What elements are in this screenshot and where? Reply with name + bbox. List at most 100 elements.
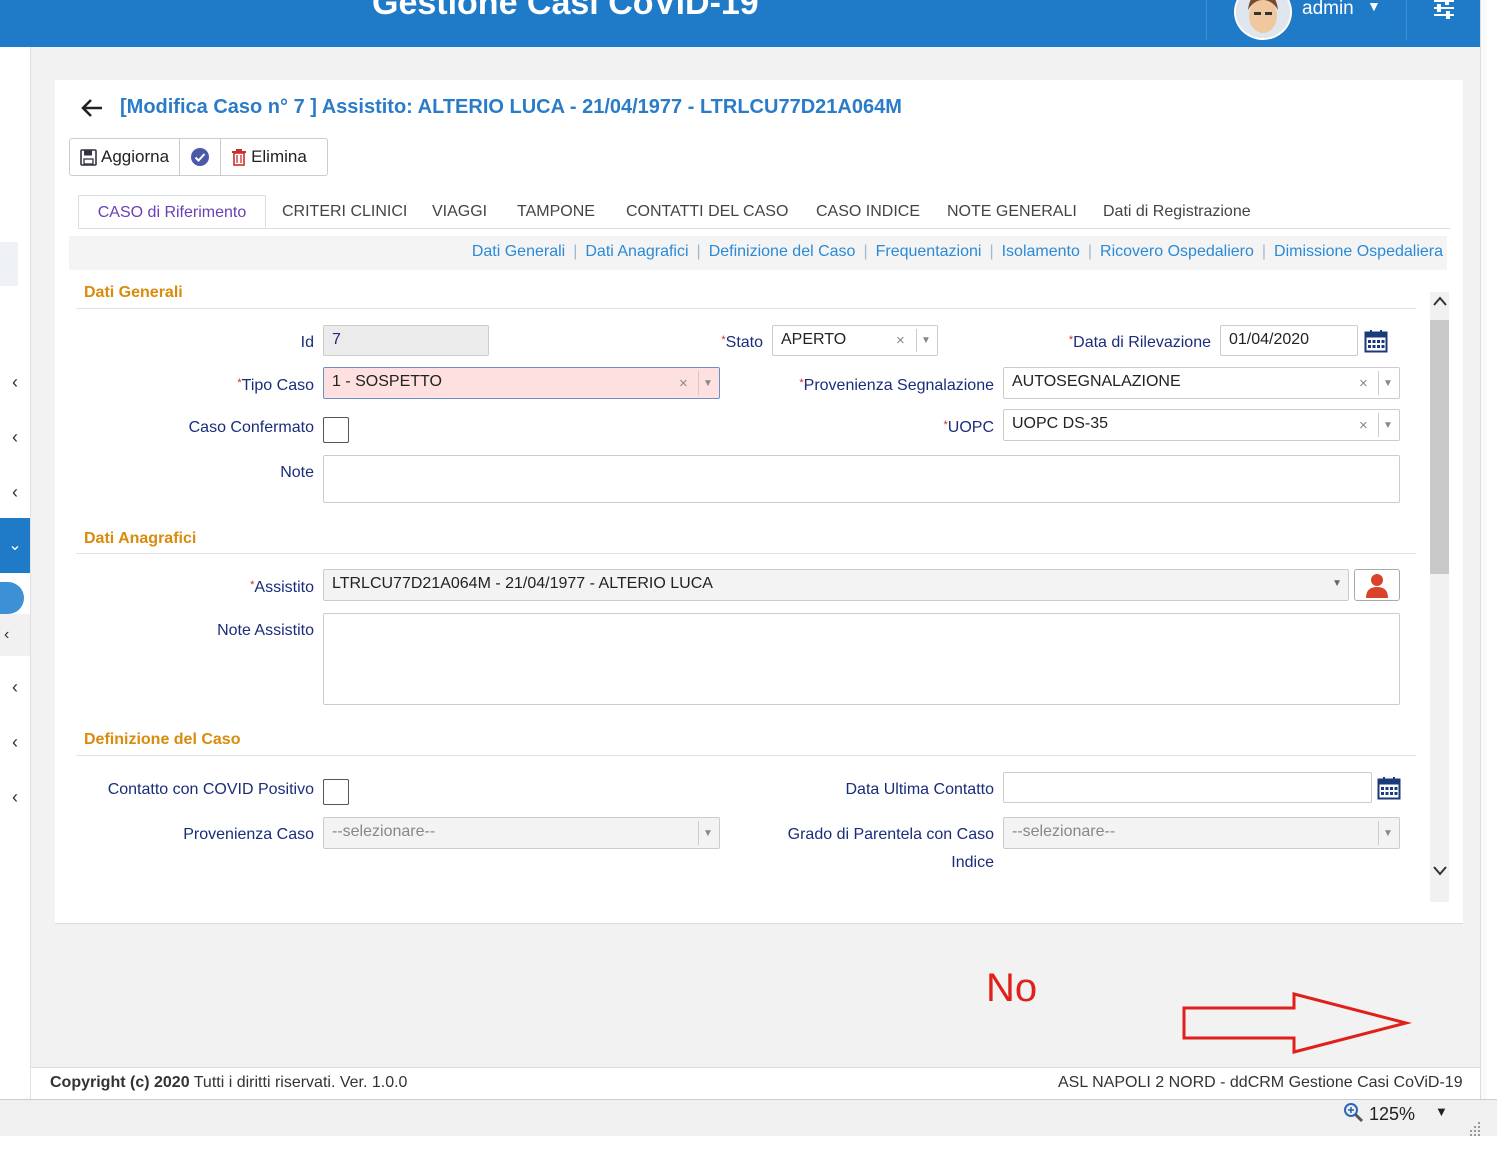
id-label: Id xyxy=(300,334,314,351)
clear-icon[interactable]: × xyxy=(1359,417,1368,434)
dropdown-arrow-icon[interactable]: ▼ xyxy=(698,371,717,395)
user-name[interactable]: admin xyxy=(1302,0,1354,20)
scrollbar-thumb[interactable] xyxy=(1430,320,1449,574)
delete-label: Elimina xyxy=(251,147,307,166)
clear-icon[interactable]: × xyxy=(679,375,688,392)
resize-grip-icon[interactable] xyxy=(1468,1120,1482,1136)
tab-criteri-clinici[interactable]: CRITERI CLINICI xyxy=(282,195,407,228)
annotation-text: No xyxy=(986,966,1038,1010)
tab-tampone[interactable]: TAMPONE xyxy=(517,195,595,228)
note-assistito-label: Note Assistito xyxy=(217,622,314,639)
subnav-dati-anagrafici[interactable]: Dati Anagrafici xyxy=(585,243,688,260)
chevron-left-icon[interactable]: ‹ xyxy=(6,732,24,753)
zoom-icon[interactable] xyxy=(1343,1102,1365,1129)
stato-label: *Stato xyxy=(721,334,763,351)
chevron-left-icon[interactable]: ‹ xyxy=(6,677,24,698)
window-edge xyxy=(1480,0,1487,1100)
update-button[interactable]: Aggiorna xyxy=(70,139,181,175)
user-menu-caret-icon[interactable]: ▼ xyxy=(1367,0,1381,14)
subnav-dati-generali[interactable]: Dati Generali xyxy=(472,243,565,260)
zoom-level[interactable]: 125% xyxy=(1369,1104,1415,1125)
id-field: 7 xyxy=(323,325,489,356)
assistito-select[interactable]: LTRLCU77D21A064M - 21/04/1977 - ALTERIO … xyxy=(323,569,1349,601)
tab-viaggi[interactable]: VIAGGI xyxy=(432,195,487,228)
check-circle-icon xyxy=(191,148,210,166)
window-bottom xyxy=(0,1136,1497,1150)
caso-confermato-checkbox[interactable] xyxy=(323,417,349,443)
update-label: Aggiorna xyxy=(101,147,170,166)
tab-dati-registrazione[interactable]: Dati di Registrazione xyxy=(1103,195,1251,228)
clear-icon[interactable]: × xyxy=(1359,375,1368,392)
subnav-frequentazioni[interactable]: Frequentazioni xyxy=(876,243,982,260)
tab-note-generali[interactable]: NOTE GENERALI xyxy=(947,195,1077,228)
assistito-label: *Assistito xyxy=(250,579,314,596)
dropdown-arrow-icon[interactable]: ▼ xyxy=(1378,413,1397,437)
sidebar-item[interactable]: ‹ xyxy=(0,614,30,656)
delete-button[interactable]: Elimina xyxy=(221,139,317,175)
section-divider xyxy=(76,755,1416,756)
chevron-down-icon: ⌄ xyxy=(8,537,22,554)
tab-bar: CASO di Riferimento CRITERI CLINICI VIAG… xyxy=(78,195,1450,229)
subnav-separator: | xyxy=(1261,243,1267,260)
chevron-left-icon[interactable]: ‹ xyxy=(6,482,24,503)
sidebar-item[interactable] xyxy=(0,242,18,286)
caso-confermato-label: Caso Confermato xyxy=(188,419,314,436)
scroll-up-icon[interactable] xyxy=(1430,294,1449,312)
tipo-caso-select[interactable]: 1 - SOSPETTO × ▼ xyxy=(323,367,720,399)
provenienza-caso-label: Provenienza Caso xyxy=(183,826,314,843)
stato-select[interactable]: APERTO × ▼ xyxy=(772,325,938,356)
dropdown-arrow-icon[interactable]: ▼ xyxy=(916,329,935,352)
chevron-left-icon[interactable]: ‹ xyxy=(6,787,24,808)
tipo-caso-label: *Tipo Caso xyxy=(237,377,314,394)
sidebar xyxy=(0,47,31,1100)
tab-caso-indice[interactable]: CASO INDICE xyxy=(816,195,920,228)
dropdown-arrow-icon[interactable]: ▼ xyxy=(1332,578,1342,589)
footer-app-name: ASL NAPOLI 2 NORD - ddCRM Gestione Casi … xyxy=(1058,1074,1463,1091)
settings-sliders-icon[interactable] xyxy=(1432,0,1456,22)
subnav-definizione-caso[interactable]: Definizione del Caso xyxy=(709,243,856,260)
note-textarea[interactable] xyxy=(323,455,1400,503)
calendar-icon[interactable] xyxy=(1364,329,1388,358)
back-arrow-icon[interactable] xyxy=(80,96,104,127)
tab-contatti-caso[interactable]: CONTATTI DEL CASO xyxy=(626,195,788,228)
app-title: Gestione Casi CoViD-19 xyxy=(372,0,759,22)
sidebar-item-active[interactable]: ⌄ xyxy=(0,518,30,573)
tab-caso-riferimento[interactable]: CASO di Riferimento xyxy=(78,195,266,228)
chevron-left-icon[interactable]: ‹ xyxy=(6,372,24,393)
subnav-separator: | xyxy=(863,243,868,260)
subnav-isolamento[interactable]: Isolamento xyxy=(1002,243,1080,260)
dropdown-arrow-icon[interactable]: ▼ xyxy=(1378,821,1397,845)
dropdown-arrow-icon[interactable]: ▼ xyxy=(1378,371,1397,395)
chevron-left-icon[interactable]: ‹ xyxy=(6,427,24,448)
data-ultimo-contatto-label: Data Ultima Contatto xyxy=(845,781,994,798)
scroll-down-icon[interactable] xyxy=(1430,864,1449,882)
toolbar: Aggiorna Elimina xyxy=(69,138,328,176)
subnav-dimissione-ospedaliera[interactable]: Dimissione Ospedaliera xyxy=(1274,243,1443,260)
section-divider xyxy=(76,553,1416,554)
uopc-select[interactable]: UOPC DS-35 × ▼ xyxy=(1003,409,1400,441)
save-icon xyxy=(80,148,97,166)
annotation-arrow-icon xyxy=(1180,990,1412,1061)
provenienza-segnalazione-select[interactable]: AUTOSEGNALAZIONE × ▼ xyxy=(1003,367,1400,399)
provenienza-caso-select[interactable]: --selezionare-- ▼ xyxy=(323,817,720,849)
subnav-ricovero-ospedaliero[interactable]: Ricovero Ospedaliero xyxy=(1100,243,1254,260)
confirm-button[interactable] xyxy=(180,139,222,175)
note-assistito-textarea[interactable] xyxy=(323,613,1400,705)
section-title-dati-generali: Dati Generali xyxy=(84,284,183,301)
data-ultimo-contatto-input[interactable] xyxy=(1003,772,1372,803)
contatto-covid-checkbox[interactable] xyxy=(323,779,349,805)
subnav-separator: | xyxy=(573,243,578,260)
data-rilevazione-label: *Data di Rilevazione xyxy=(1068,334,1211,351)
zoom-dropdown-icon[interactable]: ▼ xyxy=(1435,1104,1448,1119)
grado-parentela-label-line2: Indice xyxy=(951,854,994,871)
person-lookup-button[interactable] xyxy=(1354,569,1400,601)
subnav-separator: | xyxy=(1087,243,1093,260)
dropdown-arrow-icon[interactable]: ▼ xyxy=(698,821,717,845)
header-divider xyxy=(1206,0,1207,40)
calendar-icon[interactable] xyxy=(1377,776,1401,805)
uopc-label: *UOPC xyxy=(943,419,994,436)
header-divider xyxy=(1406,0,1407,40)
grado-parentela-select[interactable]: --selezionare-- ▼ xyxy=(1003,817,1400,849)
clear-icon[interactable]: × xyxy=(896,332,905,349)
data-rilevazione-input[interactable]: 01/04/2020 xyxy=(1220,325,1358,356)
